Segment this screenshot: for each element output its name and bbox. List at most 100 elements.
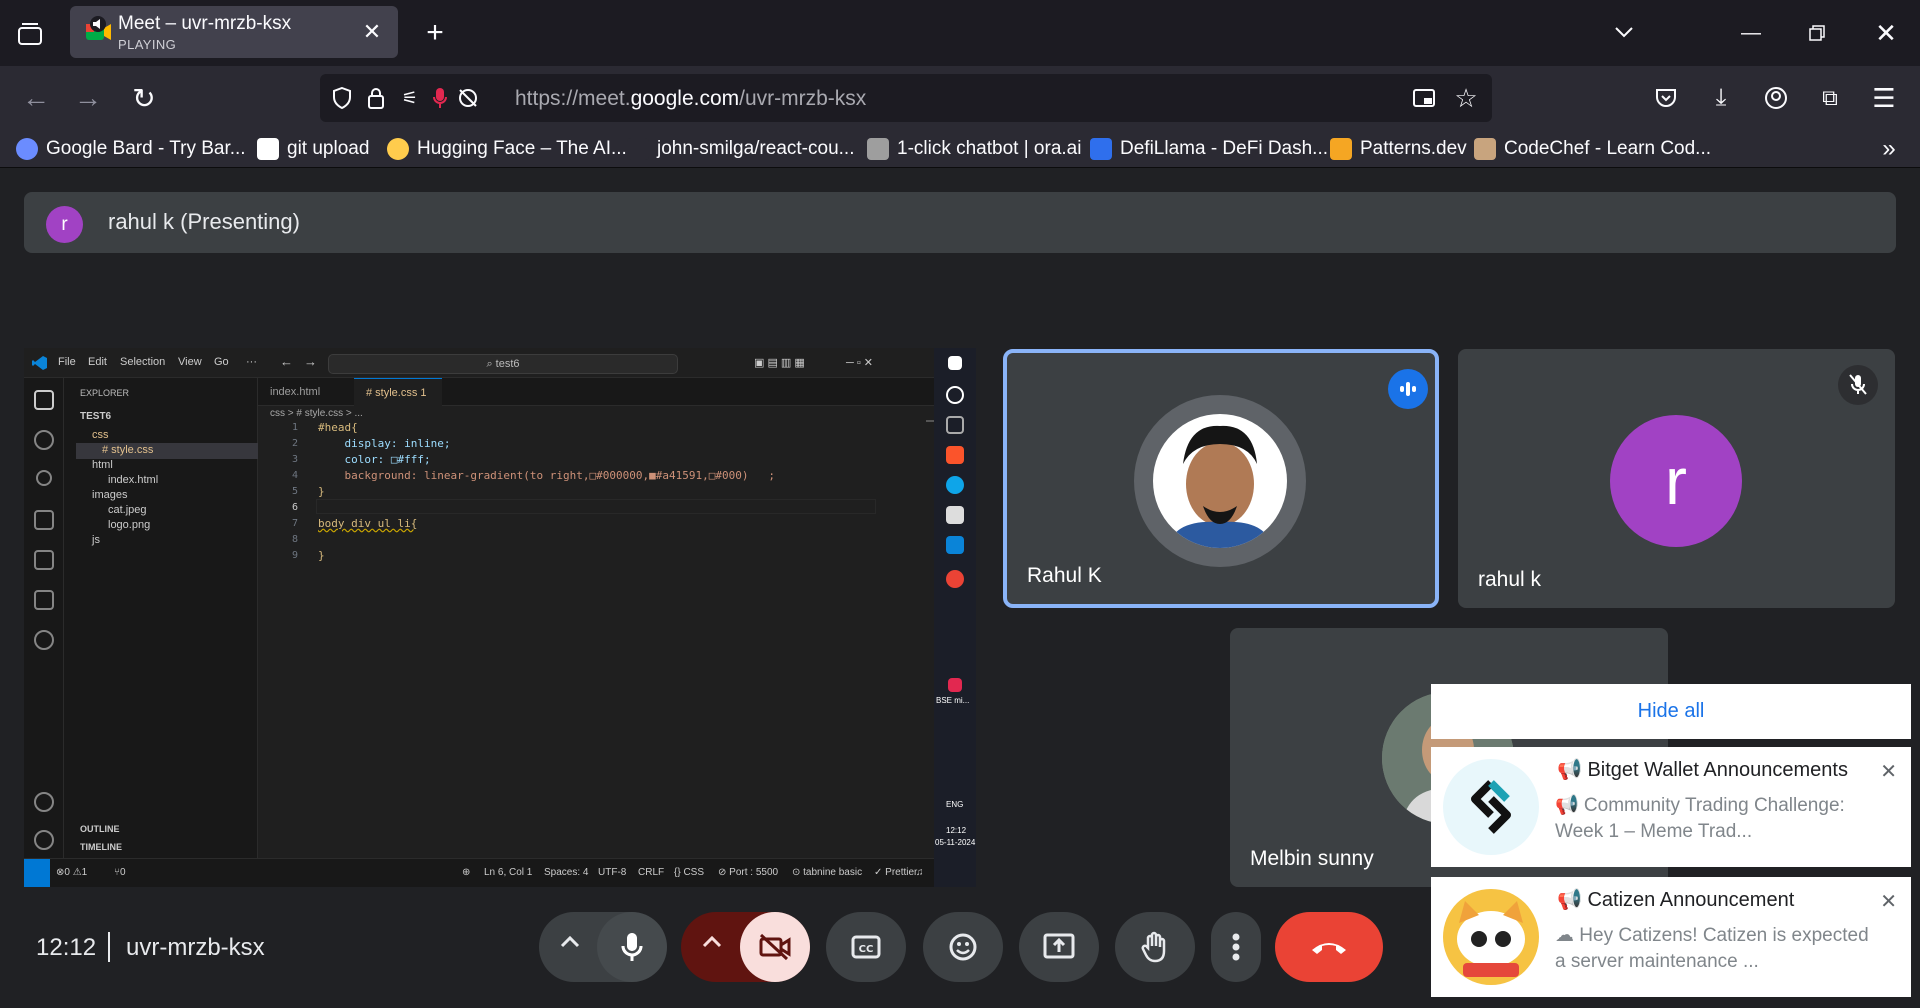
run-debug-icon[interactable]	[34, 510, 54, 530]
microphone-icon[interactable]	[597, 912, 667, 982]
vscode-menu-edit[interactable]: Edit	[88, 356, 107, 368]
more-options-button[interactable]	[1211, 912, 1261, 982]
camera-control[interactable]	[681, 912, 810, 982]
taskbar-time[interactable]: 12:12	[946, 826, 966, 835]
status-spaces[interactable]: Spaces: 4	[544, 867, 588, 878]
picture-in-picture-icon[interactable]	[1412, 86, 1436, 110]
microphone-active-icon[interactable]	[430, 86, 450, 110]
language-indicator[interactable]: ENG	[946, 800, 963, 809]
tree-folder-images[interactable]: images	[92, 489, 127, 501]
vscode-menu-go[interactable]: Go	[214, 356, 229, 368]
vscode-taskbar-icon[interactable]	[946, 536, 964, 554]
leave-call-button[interactable]	[1275, 912, 1383, 982]
vscode-forward-icon[interactable]: →	[304, 354, 317, 369]
restore-icon[interactable]	[1802, 18, 1832, 48]
camera-blocked-icon[interactable]	[456, 86, 480, 110]
windows-start-icon[interactable]	[948, 356, 962, 370]
window-close-icon[interactable]: ✕	[1871, 18, 1901, 48]
vscode-layout-icons[interactable]: ▣ ▤ ▥ ▦	[754, 356, 805, 369]
captions-button[interactable]: CC	[826, 912, 906, 982]
tabnine-icon[interactable]	[34, 630, 54, 650]
outline-section[interactable]: OUTLINE	[80, 824, 120, 834]
editor-tab-index[interactable]: index.html	[258, 378, 354, 406]
bookmark-item[interactable]: git upload	[257, 134, 369, 164]
participant-tile[interactable]: Rahul K	[1003, 349, 1439, 608]
chrome-icon[interactable]	[946, 570, 964, 588]
remote-explorer-icon[interactable]	[34, 590, 54, 610]
hide-all-notifications-button[interactable]: Hide all	[1431, 684, 1911, 739]
status-eol[interactable]: CRLF	[638, 867, 664, 878]
reload-icon[interactable]: ↻	[128, 82, 160, 114]
notifications-bell-icon[interactable]: ♫	[916, 867, 924, 878]
tab-close-icon[interactable]: ✕	[360, 19, 384, 44]
lock-icon[interactable]	[364, 86, 388, 110]
bse-icon[interactable]	[948, 678, 962, 692]
task-view-icon[interactable]	[946, 416, 964, 434]
tree-folder-css[interactable]: css	[92, 429, 109, 441]
account-icon[interactable]	[1762, 84, 1790, 112]
editor-tab-style-active[interactable]: # style.css 1	[354, 378, 442, 406]
vscode-back-icon[interactable]: ←	[280, 354, 293, 369]
bookmark-item[interactable]: Hugging Face – The AI...	[387, 134, 627, 164]
minimize-icon[interactable]: —	[1736, 18, 1766, 48]
status-ports[interactable]: ⑂0	[114, 867, 126, 878]
vscode-menu-file[interactable]: File	[58, 356, 76, 368]
bookmark-item[interactable]: Patterns.dev	[1330, 134, 1467, 164]
shield-icon[interactable]	[330, 86, 354, 110]
pocket-icon[interactable]	[1652, 84, 1680, 112]
search-icon[interactable]	[34, 430, 54, 450]
taskbar-date[interactable]: 05-11-2024	[935, 838, 975, 847]
tree-file-indexhtml[interactable]: index.html	[108, 474, 158, 486]
tree-file-catjpeg[interactable]: cat.jpeg	[108, 504, 147, 516]
zoom-icon[interactable]: ⊕	[462, 867, 470, 878]
timeline-section[interactable]: TIMELINE	[80, 842, 122, 852]
bookmark-item[interactable]: CodeChef - Learn Cod...	[1474, 134, 1711, 164]
new-tab-icon[interactable]: +	[420, 16, 450, 49]
vscode-window-controls[interactable]: ─ ▫ ✕	[846, 356, 873, 369]
downloads-icon[interactable]: ⤓	[1707, 84, 1735, 112]
explorer-icon[interactable]	[34, 390, 54, 410]
bookmark-item[interactable]: DefiLlama - DeFi Dash...	[1090, 134, 1328, 164]
vscode-menu-more[interactable]: ···	[246, 356, 257, 368]
camera-off-icon[interactable]	[740, 912, 810, 982]
bookmark-item[interactable]: john-smilga/react-cou...	[627, 134, 854, 164]
mic-options-chevron-icon[interactable]	[559, 934, 581, 953]
permissions-icon[interactable]: ⚟	[398, 86, 422, 110]
bookmark-star-icon[interactable]: ☆	[1452, 83, 1480, 113]
reactions-button[interactable]	[923, 912, 1003, 982]
status-live-server-port[interactable]: ⊘ Port : 5500	[718, 867, 778, 878]
vscode-editor[interactable]: css > # style.css > ... 1 #head{ 2 displ…	[258, 406, 950, 858]
vscode-command-search[interactable]: ⌕ test6	[328, 354, 678, 374]
status-encoding[interactable]: UTF-8	[598, 867, 626, 878]
menu-icon[interactable]: ☰	[1870, 83, 1898, 113]
microphone-control[interactable]	[539, 912, 667, 982]
status-tabnine[interactable]: ⊙ tabnine basic	[792, 867, 862, 878]
forward-icon[interactable]: →	[72, 82, 104, 114]
remote-indicator-icon[interactable]	[24, 859, 50, 887]
status-prettier[interactable]: ✓ Prettier	[874, 867, 917, 878]
back-icon[interactable]: ←	[20, 82, 52, 114]
edge-icon[interactable]	[946, 476, 964, 494]
bookmark-item[interactable]: Google Bard - Try Bar...	[16, 134, 246, 164]
notification-card[interactable]: 📢 Bitget Wallet Announcements 📢 Communit…	[1431, 747, 1911, 867]
camera-options-chevron-icon[interactable]	[701, 934, 723, 953]
raise-hand-button[interactable]	[1115, 912, 1195, 982]
url-text[interactable]: https://meet.google.com/uvr-mrzb-ksx	[515, 87, 866, 111]
accounts-icon[interactable]	[34, 792, 54, 812]
chevron-down-icon[interactable]	[1610, 20, 1638, 44]
extensions-icon[interactable]	[34, 550, 54, 570]
participant-tile[interactable]: r rahul k	[1458, 349, 1895, 608]
present-screen-button[interactable]	[1019, 912, 1099, 982]
vscode-menu-view[interactable]: View	[178, 356, 202, 368]
taskbar-search-icon[interactable]	[946, 386, 964, 404]
source-control-icon[interactable]	[36, 470, 52, 486]
notification-close-icon[interactable]: ✕	[1880, 759, 1897, 784]
tree-root-folder[interactable]: TEST6	[80, 411, 111, 422]
tab-list-icon[interactable]	[14, 18, 46, 50]
status-problems[interactable]: ⊗0 ⚠1	[56, 867, 87, 878]
tree-file-stylecss[interactable]: # style.css	[102, 444, 153, 456]
tree-folder-html[interactable]: html	[92, 459, 113, 471]
address-bar[interactable]: ⚟ https://meet.google.com/uvr-mrzb-ksx ☆	[320, 74, 1492, 122]
status-language[interactable]: {} CSS	[674, 867, 704, 878]
extensions-icon[interactable]: ⧉	[1816, 84, 1844, 112]
